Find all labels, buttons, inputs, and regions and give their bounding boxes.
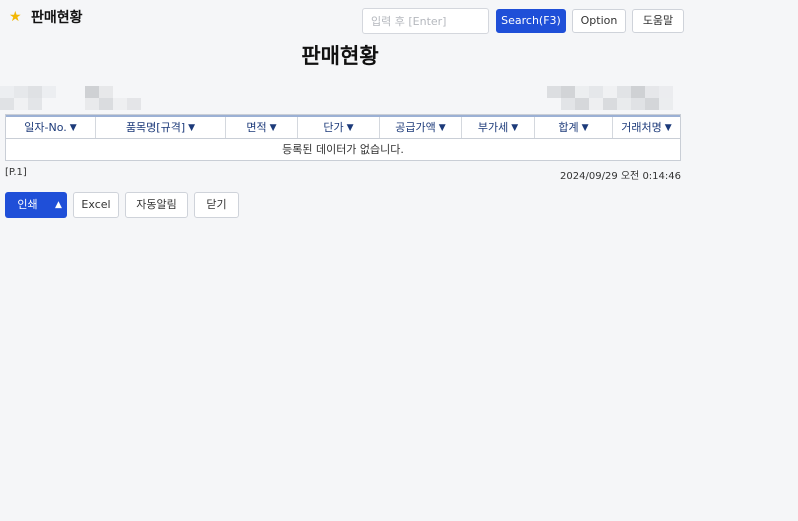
column-unit-price[interactable]: 단가 ▼ xyxy=(298,117,380,138)
print-timestamp: 2024/09/29 오전 0:14:46 xyxy=(560,171,681,182)
search-button[interactable]: Search(F3) xyxy=(496,9,566,33)
column-item-name[interactable]: 품목명[규격] ▼ xyxy=(96,117,226,138)
help-button[interactable]: 도움말 xyxy=(632,9,684,33)
column-area[interactable]: 면적 ▼ xyxy=(226,117,298,138)
column-supply-amount[interactable]: 공급가액 ▼ xyxy=(380,117,462,138)
search-input[interactable] xyxy=(362,8,489,34)
close-button[interactable]: 닫기 xyxy=(194,192,239,218)
sort-caret-icon: ▼ xyxy=(269,122,277,133)
column-vat[interactable]: 부가세 ▼ xyxy=(462,117,535,138)
column-date-no[interactable]: 일자-No. ▼ xyxy=(6,117,96,138)
sort-caret-icon: ▼ xyxy=(188,122,196,133)
sort-caret-icon: ▼ xyxy=(664,122,672,133)
column-customer[interactable]: 거래처명 ▼ xyxy=(613,117,680,138)
sort-caret-icon: ▼ xyxy=(346,122,354,133)
page-title: 판매현황 xyxy=(31,10,83,26)
top-bar: ★ 판매현황 Search(F3) Option 도움말 xyxy=(0,0,798,40)
empty-message: 등록된 데이터가 없습니다. xyxy=(282,143,404,156)
excel-button[interactable]: Excel xyxy=(73,192,119,218)
sort-caret-icon: ▼ xyxy=(511,122,519,133)
print-menu-caret-icon[interactable]: ▲ xyxy=(50,192,67,218)
grid-header-row: 일자-No. ▼ 품목명[규격] ▼ 면적 ▼ 단가 ▼ 공급가액 ▼ 부가세 ▼ 합계 ▼ … xyxy=(6,115,680,139)
print-button-group: 인쇄 ▲ xyxy=(5,192,67,218)
page-number: [P.1] xyxy=(5,167,27,178)
report-title: 판매현황 xyxy=(301,44,379,68)
option-button[interactable]: Option xyxy=(572,9,626,33)
sales-grid: 일자-No. ▼ 품목명[규격] ▼ 면적 ▼ 단가 ▼ 공급가액 ▼ 부가세 ▼ 합계 ▼ … xyxy=(5,114,681,161)
print-button[interactable]: 인쇄 xyxy=(5,192,50,218)
redacted-right xyxy=(547,86,681,110)
redacted-left xyxy=(0,86,142,110)
sort-caret-icon: ▼ xyxy=(438,122,446,133)
favorite-star-icon[interactable]: ★ xyxy=(9,9,22,25)
sort-caret-icon: ▼ xyxy=(69,122,77,133)
sort-caret-icon: ▼ xyxy=(581,122,589,133)
column-total[interactable]: 합계 ▼ xyxy=(535,117,613,138)
auto-alert-button[interactable]: 자동알림 xyxy=(125,192,188,218)
